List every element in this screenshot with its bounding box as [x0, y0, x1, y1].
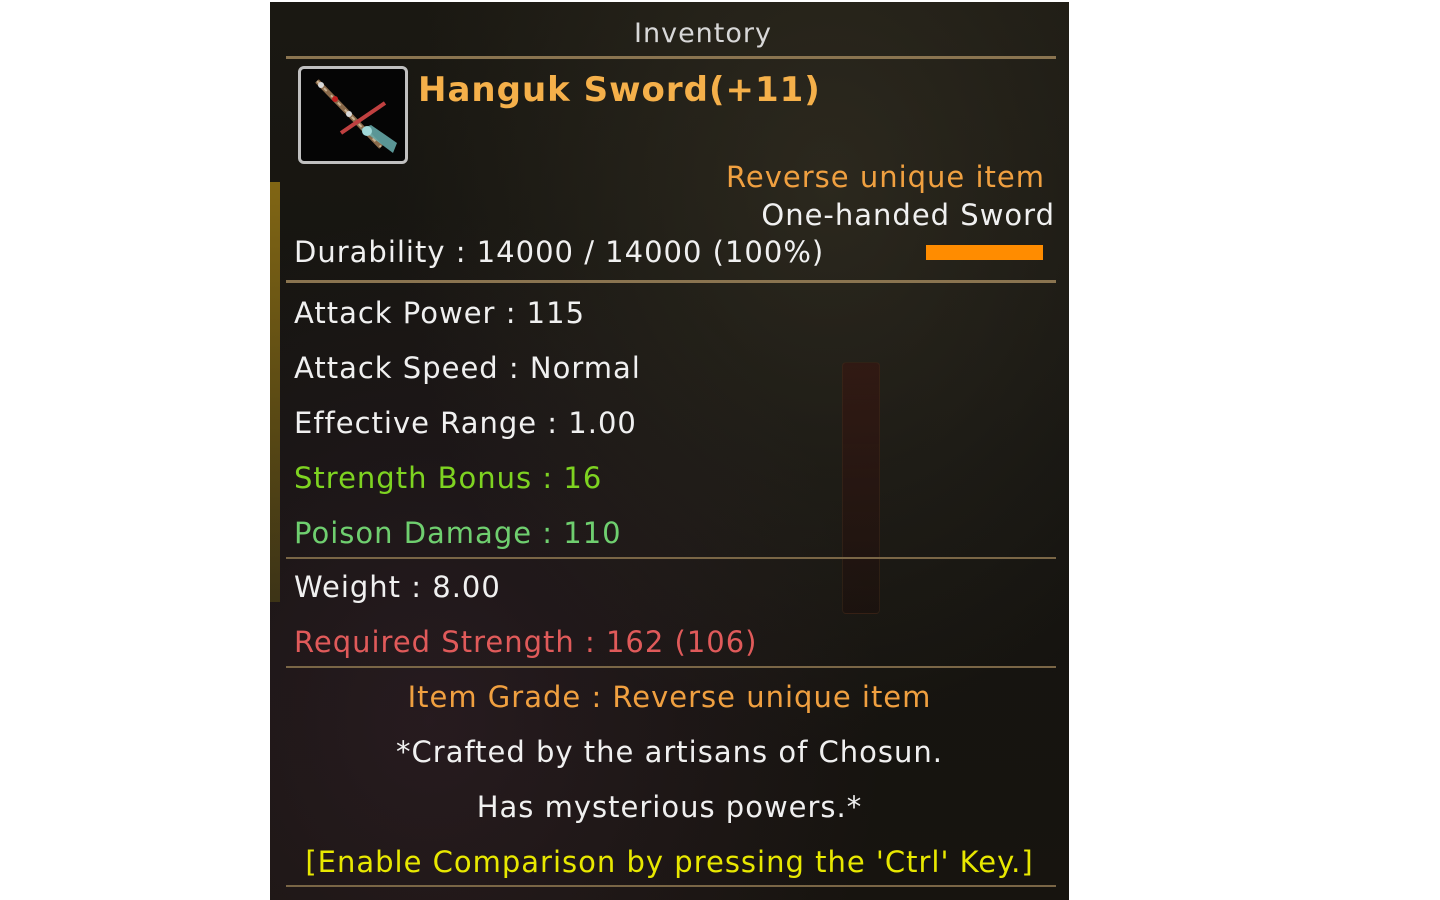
durability-text: Durability : 14000 / 14000 (100%)	[294, 235, 825, 269]
stat-required-strength: Required Strength : 162 (106)	[294, 625, 758, 659]
stat-attack-power: Attack Power : 115	[294, 296, 586, 330]
stat-effective-range: Effective Range : 1.00	[294, 406, 637, 440]
item-type: One-handed Sword	[761, 198, 1055, 232]
item-tooltip: Inventory Hanguk Sword(+11) Reverse uniq…	[270, 2, 1069, 900]
durability-bar	[926, 245, 1043, 260]
item-description-1: *Crafted by the artisans of Chosun.	[396, 735, 943, 769]
stat-strength-bonus: Strength Bonus : 16	[294, 461, 603, 495]
divider-top	[286, 56, 1056, 59]
item-description-2: Has mysterious powers.*	[476, 790, 863, 824]
comparison-hint: [Enable Comparison by pressing the 'Ctrl…	[305, 845, 1034, 879]
background-edge	[270, 182, 280, 602]
item-name: Hanguk Sword(+11)	[418, 70, 821, 110]
divider-bottom	[286, 885, 1056, 887]
item-icon-slot[interactable]	[298, 66, 408, 164]
stat-attack-speed: Attack Speed : Normal	[294, 351, 641, 385]
background-scrollbar	[842, 362, 880, 614]
divider-stats	[286, 280, 1056, 283]
durability-bar-fill	[926, 245, 1043, 260]
item-grade: Item Grade : Reverse unique item	[407, 680, 932, 714]
stat-poison-damage: Poison Damage : 110	[294, 516, 622, 550]
stat-weight: Weight : 8.00	[294, 570, 501, 604]
item-rarity: Reverse unique item	[726, 160, 1045, 194]
divider-requirements	[286, 557, 1056, 559]
window-title: Inventory	[634, 18, 772, 49]
sword-icon	[301, 79, 405, 165]
divider-footer	[286, 666, 1056, 668]
